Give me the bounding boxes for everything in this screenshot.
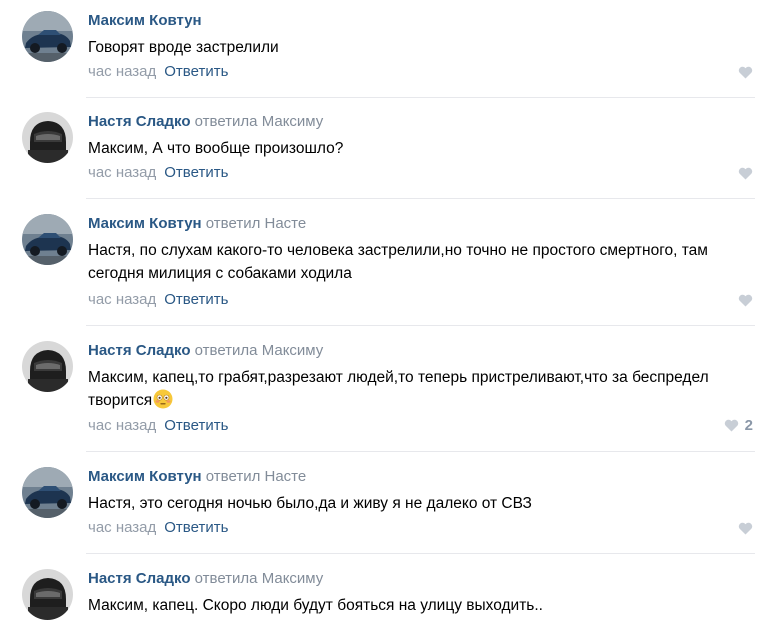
heart-icon (738, 66, 753, 79)
comment-header: Максим Ковтун (88, 11, 202, 31)
helmet-avatar-icon[interactable] (22, 341, 73, 392)
comment-text-body: Максим, капец,то грабят,разрезают людей,… (88, 369, 709, 409)
like-button[interactable] (738, 66, 753, 79)
comment-text: Говорят вроде застрелили (88, 39, 279, 56)
comment-meta: час назад Ответить (88, 518, 228, 538)
comment: Настя Сладко ответила Максиму Максим, ка… (0, 558, 767, 622)
like-button[interactable]: 2 (724, 417, 753, 434)
car-avatar-icon[interactable] (22, 214, 73, 265)
comment-header: Настя Сладко ответила Максиму (88, 341, 323, 361)
comment-meta: час назад Ответить (88, 62, 228, 82)
comment: Настя Сладко ответила Максиму Максим, А … (0, 101, 767, 199)
divider (86, 325, 755, 326)
like-count: 2 (744, 417, 753, 434)
comment-meta: час назад Ответить (88, 416, 228, 436)
comment: Максим Ковтун Говорят вроде застрелили ч… (0, 0, 767, 98)
helmet-avatar-icon[interactable] (22, 112, 73, 163)
comment-text: Максим, капец. Скоро люди будут бояться … (88, 597, 543, 614)
reply-button[interactable]: Ответить (164, 63, 228, 80)
car-avatar-icon[interactable] (22, 11, 73, 62)
like-button[interactable] (738, 294, 753, 307)
comment-text: Максим, А что вообще произошло? (88, 140, 344, 157)
divider (86, 451, 755, 452)
reply-to-label[interactable]: ответила Максиму (195, 570, 324, 587)
author-name[interactable]: Настя Сладко (88, 113, 190, 130)
divider (86, 198, 755, 199)
heart-icon (724, 419, 738, 432)
timestamp[interactable]: час назад (88, 63, 156, 80)
comment-header: Максим Ковтун ответил Насте (88, 214, 306, 234)
author-name[interactable]: Настя Сладко (88, 570, 190, 587)
author-name[interactable]: Максим Ковтун (88, 468, 202, 485)
comment: Настя Сладко ответила Максиму Максим, ка… (0, 330, 767, 452)
comment: Максим Ковтун ответил Насте Настя, по сл… (0, 203, 767, 326)
reply-button[interactable]: Ответить (164, 519, 228, 536)
timestamp[interactable]: час назад (88, 291, 156, 308)
flushed-face-emoji (153, 389, 173, 409)
comment-meta: час назад Ответить (88, 290, 228, 310)
comment-header: Максим Ковтун ответил Насте (88, 467, 306, 487)
reply-to-label[interactable]: ответил Насте (206, 215, 306, 232)
like-button[interactable] (738, 522, 753, 535)
comment-text: Настя, по слухам какого-то человека заст… (88, 242, 708, 282)
divider (86, 553, 755, 554)
author-name[interactable]: Максим Ковтун (88, 215, 202, 232)
reply-button[interactable]: Ответить (164, 164, 228, 181)
author-name[interactable]: Максим Ковтун (88, 12, 202, 29)
like-button[interactable] (738, 167, 753, 180)
comment: Максим Ковтун ответил Насте Настя, это с… (0, 456, 767, 554)
heart-icon (738, 167, 753, 180)
comment-text: Максим, капец,то грабят,разрезают людей,… (88, 366, 756, 412)
helmet-avatar-icon[interactable] (22, 569, 73, 620)
divider (86, 97, 755, 98)
heart-icon (738, 294, 753, 307)
comment-meta: час назад Ответить (88, 163, 228, 183)
comment-text: Настя, это сегодня ночью было,да и живу … (88, 495, 532, 512)
comment-header: Настя Сладко ответила Максиму (88, 112, 323, 132)
reply-to-label[interactable]: ответил Насте (206, 468, 306, 485)
car-avatar-icon[interactable] (22, 467, 73, 518)
reply-to-label[interactable]: ответила Максиму (195, 342, 324, 359)
timestamp[interactable]: час назад (88, 519, 156, 536)
comment-header: Настя Сладко ответила Максиму (88, 569, 323, 589)
author-name[interactable]: Настя Сладко (88, 342, 190, 359)
timestamp[interactable]: час назад (88, 417, 156, 434)
reply-to-label[interactable]: ответила Максиму (195, 113, 324, 130)
timestamp[interactable]: час назад (88, 164, 156, 181)
reply-button[interactable]: Ответить (164, 291, 228, 308)
reply-button[interactable]: Ответить (164, 417, 228, 434)
heart-icon (738, 522, 753, 535)
